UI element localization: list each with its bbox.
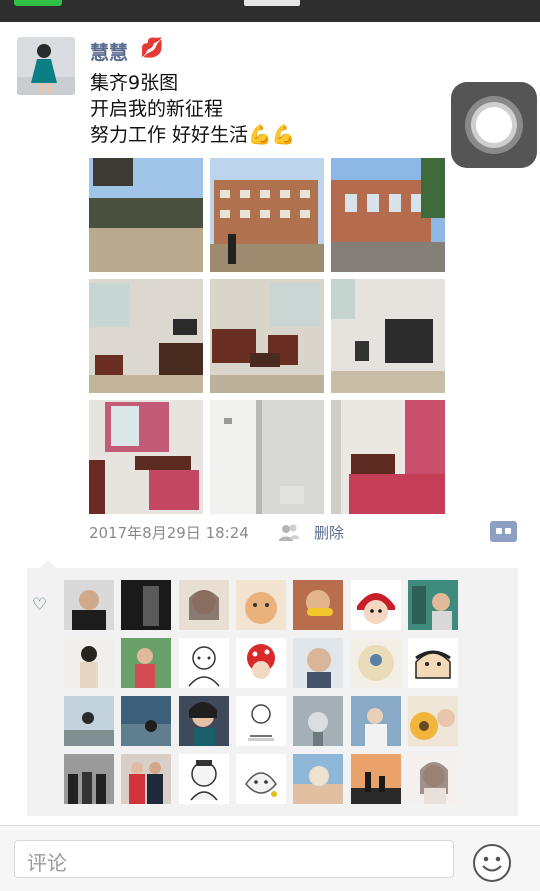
photo-thumbnail[interactable] (331, 279, 445, 393)
friends-visibility-icon[interactable] (278, 521, 300, 543)
liker-avatar[interactable] (64, 754, 114, 804)
liker-avatar[interactable] (179, 580, 229, 630)
liker-avatar[interactable] (351, 638, 401, 688)
liker-avatar[interactable] (121, 696, 171, 746)
more-actions-icon[interactable] (490, 521, 517, 542)
photo-thumbnail[interactable] (210, 279, 324, 393)
post-text-line: 开启我的新征程 (90, 98, 224, 120)
liker-avatar[interactable] (293, 580, 343, 630)
photo-thumbnail[interactable] (89, 279, 203, 393)
comment-placeholder: 评论 (27, 851, 67, 875)
photo-thumbnail[interactable] (210, 158, 324, 272)
emoji-face-icon[interactable] (472, 843, 512, 883)
photo-thumbnail[interactable] (89, 400, 203, 514)
liker-avatar[interactable] (408, 696, 458, 746)
avatar[interactable] (17, 37, 75, 95)
liker-avatar[interactable] (179, 638, 229, 688)
assistive-touch-icon (465, 96, 523, 154)
photo-grid (89, 158, 446, 514)
liker-avatar[interactable] (64, 696, 114, 746)
likes-panel: ♡ (27, 560, 518, 816)
heart-outline-icon: ♡ (32, 595, 48, 615)
liker-avatar[interactable] (408, 580, 458, 630)
liker-avatar[interactable] (293, 638, 343, 688)
liker-avatar[interactable] (121, 754, 171, 804)
post-text-line: 努力工作 好好生活💪💪 (90, 124, 296, 146)
post-timestamp: 2017年8月29日 18:24 (89, 524, 249, 542)
username-link[interactable]: 慧慧 (90, 38, 128, 65)
top-navigation-bar (0, 0, 540, 22)
liker-avatar[interactable] (64, 638, 114, 688)
photo-thumbnail[interactable] (331, 400, 445, 514)
liker-avatar[interactable] (236, 754, 286, 804)
liker-avatar[interactable] (408, 638, 458, 688)
photo-thumbnail[interactable] (331, 158, 445, 272)
liker-avatar[interactable] (179, 754, 229, 804)
liker-avatar[interactable] (121, 580, 171, 630)
liker-avatar[interactable] (293, 754, 343, 804)
liker-avatar[interactable] (351, 696, 401, 746)
status-indicator (14, 0, 62, 6)
liker-avatar[interactable] (293, 696, 343, 746)
liker-avatar[interactable] (64, 580, 114, 630)
nav-title (244, 0, 300, 6)
liker-avatar[interactable] (236, 638, 286, 688)
post-meta-row: 2017年8月29日 18:24 删除 (89, 520, 529, 544)
username-emoji: 💋 (140, 37, 164, 59)
delete-link[interactable]: 删除 (314, 522, 344, 543)
liker-avatar[interactable] (351, 580, 401, 630)
liker-avatar[interactable] (236, 580, 286, 630)
assistive-touch-button[interactable] (451, 82, 537, 168)
liker-avatar[interactable] (408, 754, 458, 804)
liker-avatar[interactable] (236, 696, 286, 746)
liker-avatar[interactable] (179, 696, 229, 746)
post-text: 集齐9张图 开启我的新征程 努力工作 好好生活💪💪 (90, 70, 295, 148)
comment-input[interactable]: 评论 (14, 840, 454, 878)
photo-thumbnail[interactable] (89, 158, 203, 272)
photo-thumbnail[interactable] (210, 400, 324, 514)
liker-avatar[interactable] (121, 638, 171, 688)
liker-avatar[interactable] (351, 754, 401, 804)
post-text-line: 集齐9张图 (90, 72, 179, 94)
